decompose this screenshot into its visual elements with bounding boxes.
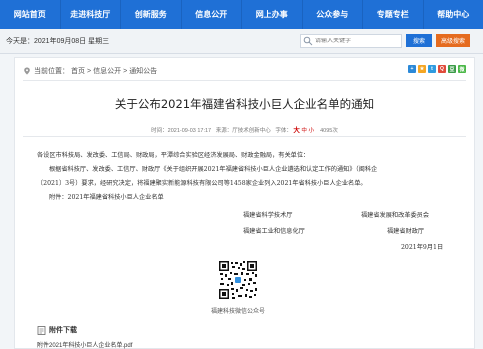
nav-item-1[interactable]: 走进科技厅 bbox=[61, 0, 122, 29]
nav-item-5[interactable]: 公众参与 bbox=[303, 0, 364, 29]
attachments-heading-text: 附件下载 bbox=[49, 325, 77, 335]
douban-icon[interactable]: 豆 bbox=[448, 65, 456, 73]
nav-item-2[interactable]: 创新服务 bbox=[121, 0, 182, 29]
search-icon bbox=[303, 36, 313, 46]
font-large-link[interactable]: 大 bbox=[293, 127, 300, 134]
meta-views: 4095次 bbox=[320, 128, 338, 134]
qq-icon[interactable]: Q bbox=[438, 65, 446, 73]
font-small-link[interactable]: 小 bbox=[308, 128, 314, 134]
qzone-icon[interactable]: ★ bbox=[418, 65, 426, 73]
tencent-icon[interactable]: t bbox=[428, 65, 436, 73]
nav-item-7[interactable]: 帮助中心 bbox=[424, 0, 483, 29]
breadcrumb-sep: > bbox=[123, 68, 127, 75]
document-date: 2021年9月1日 bbox=[401, 242, 443, 251]
meta-font-label: 字体： bbox=[275, 128, 292, 134]
salutation: 各设区市科技局、发改委、工信局、财政局，平潭综合实验区经济发展局、财政金融局，有… bbox=[37, 150, 309, 161]
qr-caption: 福建科技微信公众号 bbox=[205, 308, 271, 317]
article-meta: 时间：2021-09-03 17:17 来源：厅技术创新中心 字体： 大 中 小… bbox=[15, 124, 474, 134]
divider bbox=[23, 136, 466, 137]
body-line-1: 根据省科技厅、发改委、工信厅、财政厅《关于组织开展2021年福建省科技小巨人企业… bbox=[49, 164, 377, 175]
nav-item-3[interactable]: 信息公开 bbox=[182, 0, 243, 29]
body-line-2: 〔2021〕3号）要求，经研究决定，将福建聚实新能源科技有限公司等1458家企业… bbox=[37, 178, 367, 189]
signatory-4: 福建省财政厅 bbox=[387, 226, 424, 235]
divider bbox=[23, 80, 466, 81]
top-bar: 今天是：2021年09月08日 星期三 搜索 高级搜索 bbox=[0, 29, 483, 54]
breadcrumb: 当前位置： 首页 > 信息公开 > 通知公告 bbox=[23, 66, 159, 76]
weibo-icon[interactable]: + bbox=[408, 65, 416, 73]
signatory-2: 福建省发展和改革委员会 bbox=[361, 210, 429, 219]
article-title: 关于公布2021年福建省科技小巨人企业名单的通知 bbox=[15, 96, 474, 112]
meta-date: 时间：2021-09-03 17:17 bbox=[151, 128, 211, 134]
attachment-note: 附件：2021年福建省科技小巨人企业名单 bbox=[49, 192, 164, 203]
share-bar: + ★ t Q 豆 微 bbox=[408, 65, 466, 73]
breadcrumb-prefix: 当前位置： bbox=[34, 66, 69, 76]
breadcrumb-sep: > bbox=[87, 68, 91, 75]
attachment-link[interactable]: 附件2021年科技小巨人企业名单.pdf bbox=[37, 340, 132, 349]
nav-item-6[interactable]: 专题专栏 bbox=[363, 0, 424, 29]
nav-item-4[interactable]: 网上办事 bbox=[242, 0, 303, 29]
attachment-icon bbox=[37, 326, 46, 335]
qr-code bbox=[218, 260, 258, 300]
breadcrumb-home[interactable]: 首页 bbox=[71, 66, 85, 76]
advanced-search-button[interactable]: 高级搜索 bbox=[436, 34, 470, 47]
today-date: 今天是：2021年09月08日 星期三 bbox=[6, 36, 109, 46]
main-nav: 网站首页走进科技厅创新服务信息公开网上办事公众参与专题专栏帮助中心 bbox=[0, 0, 483, 29]
search-input[interactable] bbox=[313, 38, 397, 44]
wechat-icon[interactable]: 微 bbox=[458, 65, 466, 73]
breadcrumb-notices[interactable]: 通知公告 bbox=[129, 66, 157, 76]
location-icon bbox=[23, 67, 31, 75]
nav-item-0[interactable]: 网站首页 bbox=[0, 0, 61, 29]
font-medium-link[interactable]: 中 bbox=[301, 128, 307, 134]
search-button[interactable]: 搜索 bbox=[406, 34, 432, 47]
attachments-heading: 附件下载 bbox=[37, 325, 77, 335]
content-panel: 当前位置： 首页 > 信息公开 > 通知公告 + ★ t Q 豆 微 关于公布2… bbox=[14, 57, 475, 349]
meta-source: 来源：厅技术创新中心 bbox=[216, 128, 271, 134]
signatory-3: 福建省工业和信息化厅 bbox=[243, 226, 305, 235]
signatory-1: 福建省科学技术厅 bbox=[243, 210, 293, 219]
search-box[interactable] bbox=[300, 34, 402, 48]
breadcrumb-info[interactable]: 信息公开 bbox=[93, 66, 121, 76]
